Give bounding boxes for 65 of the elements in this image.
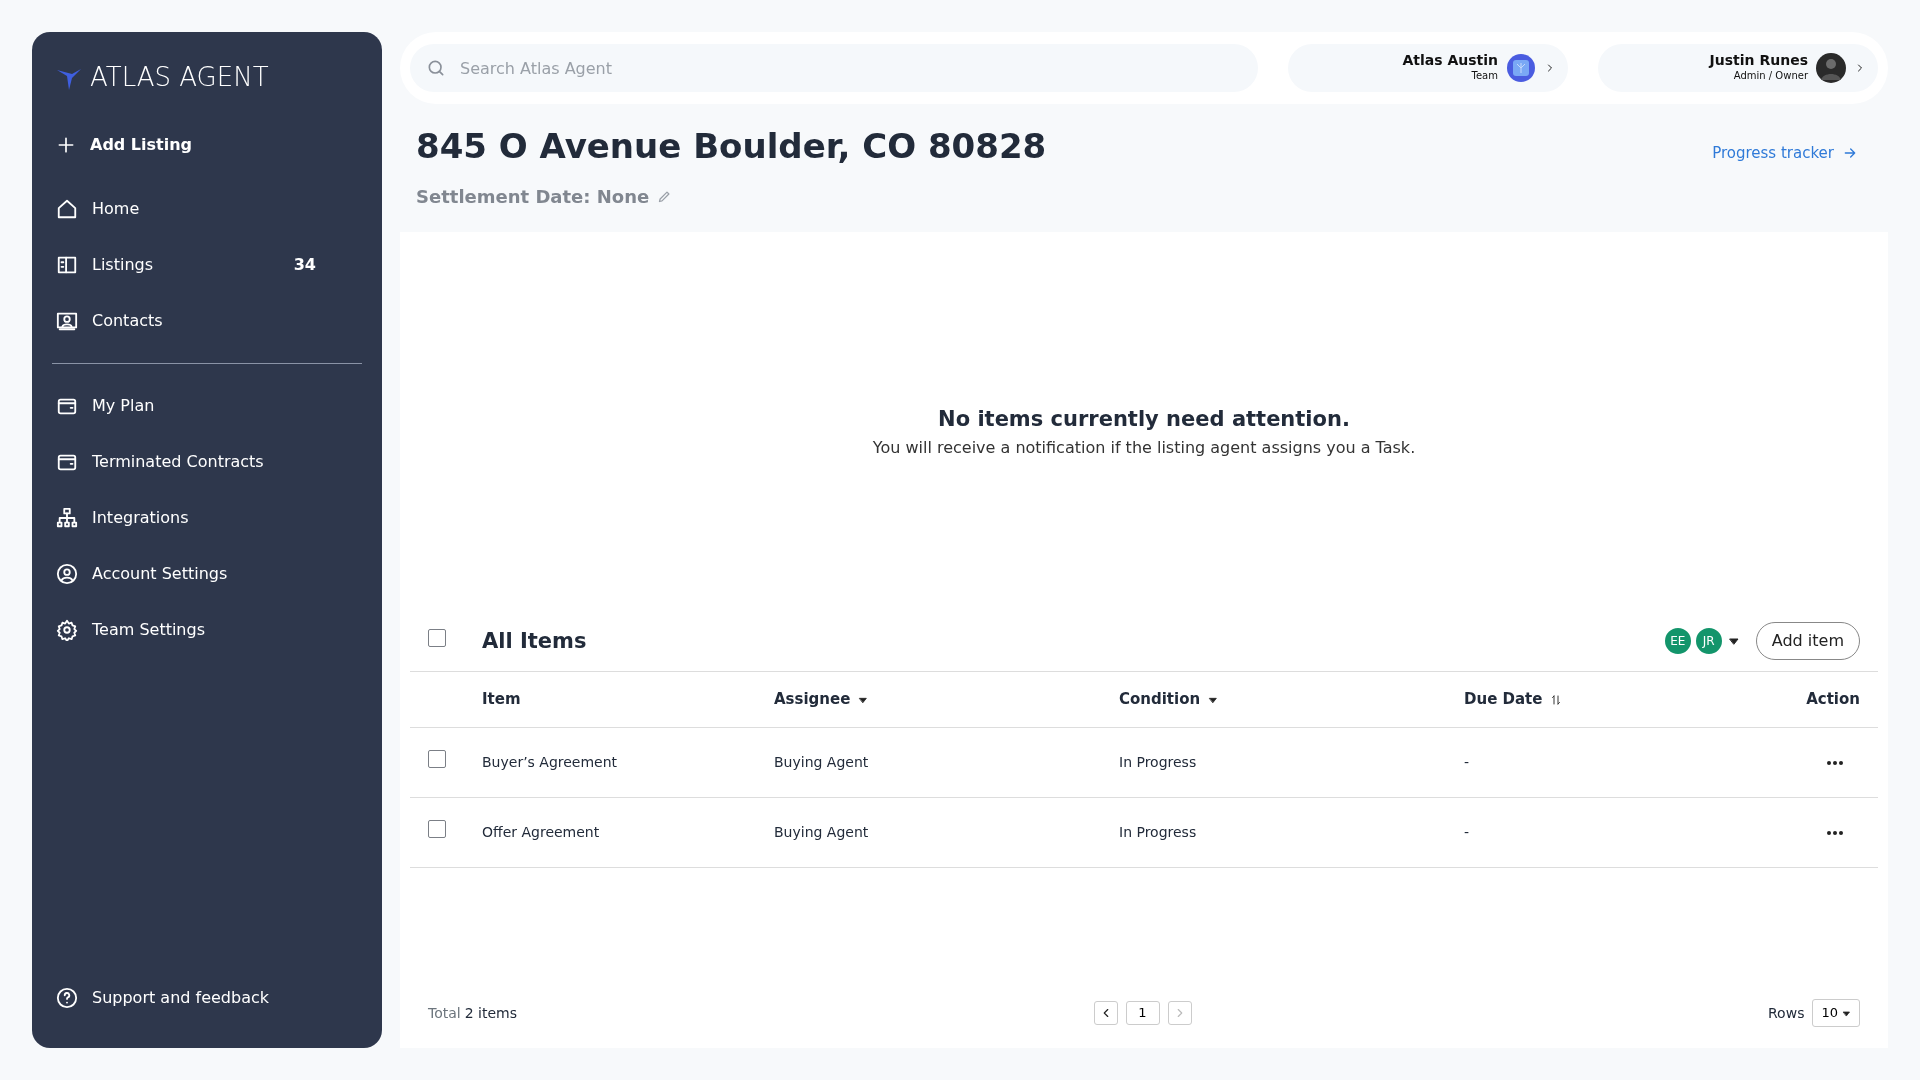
search-field[interactable]: Search Atlas Agent <box>410 44 1258 92</box>
assignee-avatar[interactable]: EE <box>1662 626 1693 657</box>
sidebar-item[interactable]: Account Settings <box>52 546 362 602</box>
progress-tracker-link[interactable]: Progress tracker <box>1712 142 1858 165</box>
checkbox[interactable] <box>428 750 446 769</box>
account-name: Atlas Austin <box>1402 52 1498 69</box>
account-switcher[interactable]: Justin Runes Admin / Owner <box>1598 44 1878 92</box>
checkbox[interactable] <box>428 820 446 839</box>
listing-count: 34 <box>293 254 316 276</box>
table-cell: Offer Agreement <box>482 823 600 840</box>
table-cell: Buying Agent <box>774 753 869 770</box>
sidebar-item[interactable]: Team Settings <box>52 602 362 658</box>
add-item-button[interactable]: Add item <box>1755 622 1860 661</box>
more-icon[interactable] <box>1826 829 1844 836</box>
assignee-avatar[interactable]: JR <box>1693 626 1724 657</box>
column-header[interactable]: Assignee <box>774 688 869 711</box>
team-avatar <box>1506 53 1536 83</box>
help-icon <box>56 987 78 1009</box>
column-header[interactable]: Due Date <box>1464 688 1563 711</box>
rows-label: Rows <box>1768 1003 1805 1023</box>
user-avatar <box>1816 53 1846 83</box>
total-count: 2 items <box>464 1004 517 1021</box>
rows-per-page-select[interactable]: 10 <box>1812 999 1860 1027</box>
sort-icon <box>1550 693 1563 706</box>
sidebar-item[interactable]: Listings 34 <box>52 237 362 293</box>
contact-card-icon <box>56 310 78 332</box>
account-name: Justin Runes <box>1709 52 1808 69</box>
settlement-date: Settlement Date: None <box>416 184 650 209</box>
total-label: Total <box>428 1004 461 1021</box>
table-cell: In Progress <box>1119 823 1197 840</box>
empty-heading: No items currently need attention. <box>938 406 1350 434</box>
more-icon[interactable] <box>1826 759 1844 766</box>
user-circle-icon <box>56 563 78 585</box>
sidebar-item[interactable]: My Plan <box>52 378 362 434</box>
table-cell: - <box>1464 823 1470 840</box>
sidebar-item[interactable]: Integrations <box>52 490 362 546</box>
section-title: All Items <box>482 627 588 655</box>
account-role: Admin / Owner <box>1732 69 1808 84</box>
checkbox[interactable] <box>428 628 446 647</box>
previous-page-button[interactable] <box>1093 1001 1118 1025</box>
account-role: Team <box>1470 69 1498 84</box>
table-cell: - <box>1464 753 1470 770</box>
column-header[interactable]: Condition <box>1119 688 1219 711</box>
home-icon <box>56 198 78 220</box>
table-cell: Buyer’s Agreement <box>482 753 618 770</box>
table-cell: Buying Agent <box>774 823 869 840</box>
hierarchy-icon <box>56 507 78 529</box>
table-cell: In Progress <box>1119 753 1197 770</box>
account-switcher[interactable]: Atlas Austin Team <box>1288 44 1568 92</box>
add-listing-button[interactable]: Add Listing <box>52 117 362 173</box>
support-link[interactable]: Support and feedback <box>52 970 362 1026</box>
page-number[interactable]: 1 <box>1125 1001 1160 1025</box>
sidebar-item[interactable]: Terminated Contracts <box>52 434 362 490</box>
plus-icon <box>56 135 76 155</box>
settings-icon <box>56 619 78 641</box>
sidebar-item[interactable]: Home <box>52 181 362 237</box>
column-header[interactable]: Item <box>482 688 521 711</box>
empty-message: You will receive a notification if the listing agent assigns you a Task. <box>872 436 1416 459</box>
page-title: 845 O Avenue Boulder, CO 80828 <box>416 126 1047 167</box>
search-icon <box>426 58 446 78</box>
column-header[interactable]: Action <box>1806 688 1860 711</box>
caret-down-icon <box>1842 1008 1851 1018</box>
layout-icon <box>56 254 78 276</box>
app-logo: ATLAS AGENT <box>90 61 269 94</box>
sidebar-item[interactable]: Contacts <box>52 293 362 349</box>
